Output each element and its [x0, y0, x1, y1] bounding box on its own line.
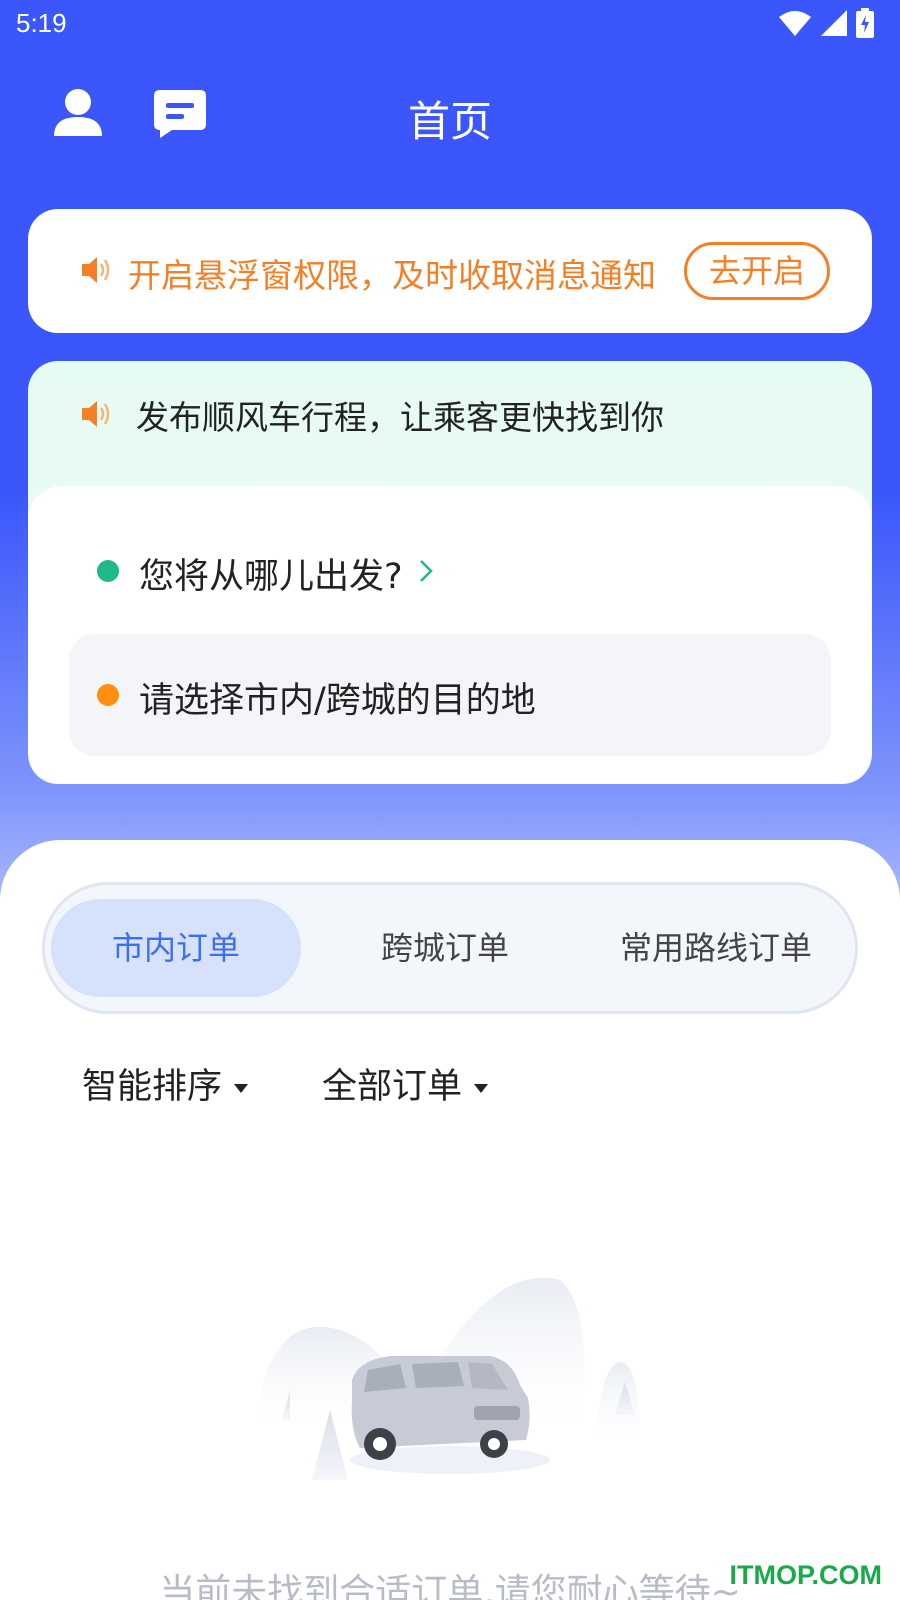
watermark-logo: ITMOP.COM [729, 1560, 882, 1590]
order-type-dropdown[interactable]: 全部订单 [322, 1058, 489, 1109]
permission-notice-text: 开启悬浮窗权限，及时收取消息通知 [128, 256, 656, 295]
publish-trip-card: 发布顺风车行程，让乘客更快找到你 您将从哪儿出发? 请选择市内/跨城的目的地 [28, 361, 872, 784]
publish-trip-text: 发布顺风车行程，让乘客更快找到你 [136, 398, 664, 437]
destination-dot [97, 684, 119, 706]
status-time: 5:19 [16, 8, 67, 38]
status-icons [778, 8, 874, 38]
route-input-box: 您将从哪儿出发? 请选择市内/跨城的目的地 [28, 486, 872, 784]
order-type-dropdown-label: 全部订单 [322, 1067, 463, 1107]
start-location-placeholder: 您将从哪儿出发? [139, 557, 403, 597]
destination-placeholder: 请选择市内/跨城的目的地 [139, 681, 536, 721]
destination-field[interactable]: 请选择市内/跨城的目的地 [69, 634, 831, 756]
speaker-icon [82, 257, 110, 283]
orders-panel: 市内订单 跨城订单 常用路线订单 智能排序 全部订单 当前未找到合适订单,请您耐… [0, 840, 900, 1600]
sort-dropdown-label: 智能排序 [82, 1067, 223, 1107]
start-dot [97, 560, 119, 582]
caret-down-icon [474, 1083, 489, 1093]
sort-dropdown[interactable]: 智能排序 [82, 1058, 249, 1109]
enable-permission-button[interactable]: 去开启 [684, 242, 830, 300]
chevron-right-icon [420, 560, 433, 582]
permission-notice-card: 开启悬浮窗权限，及时收取消息通知 去开启 [28, 209, 872, 333]
status-bar: 5:19 [0, 0, 900, 50]
battery-icon [856, 8, 874, 38]
signal-icon [821, 10, 847, 36]
tab-frequent-route-orders[interactable]: 常用路线订单 [581, 899, 851, 997]
order-type-tabs: 市内订单 跨城订单 常用路线订单 [42, 882, 858, 1014]
top-header: 首页 [0, 70, 900, 160]
speaker-icon [82, 401, 110, 427]
van-in-forest-illustration [255, 1277, 641, 1480]
tab-intercity-orders[interactable]: 跨城订单 [315, 899, 575, 997]
wifi-icon [779, 11, 811, 36]
page-title: 首页 [407, 97, 492, 146]
caret-down-icon [234, 1083, 249, 1093]
start-location-field[interactable]: 您将从哪儿出发? [28, 526, 872, 616]
tab-city-orders[interactable]: 市内订单 [51, 899, 301, 997]
